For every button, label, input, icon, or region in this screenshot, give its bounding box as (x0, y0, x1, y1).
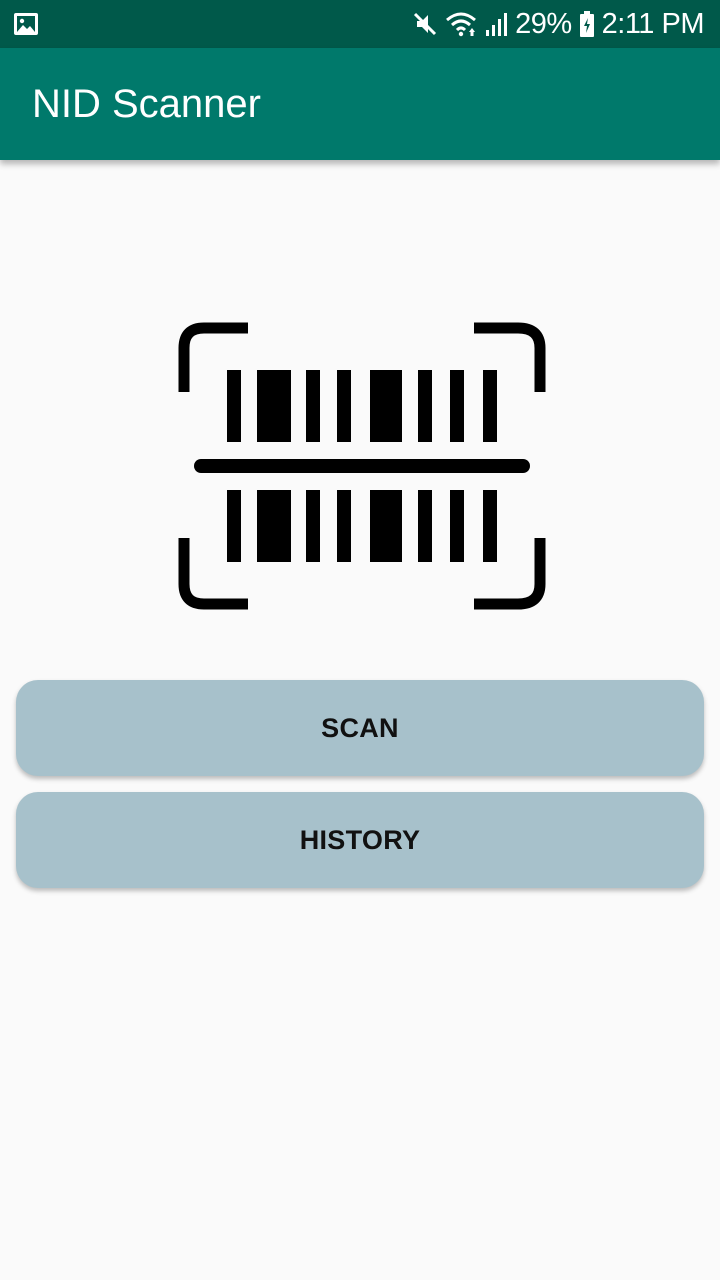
status-bar: 29% 2:11 PM (0, 0, 720, 48)
gallery-icon (12, 10, 40, 38)
scan-button[interactable]: SCAN (16, 680, 704, 776)
history-button[interactable]: HISTORY (16, 792, 704, 888)
wifi-icon (445, 10, 479, 38)
barcode-scanner-icon (176, 320, 548, 612)
battery-icon (578, 10, 596, 38)
status-time: 2:11 PM (601, 7, 705, 40)
app-bar: NID Scanner (0, 48, 720, 160)
mute-icon (411, 10, 439, 38)
battery-percent: 29% (515, 7, 572, 40)
app-title: NID Scanner (32, 82, 261, 126)
signal-icon (485, 10, 509, 38)
